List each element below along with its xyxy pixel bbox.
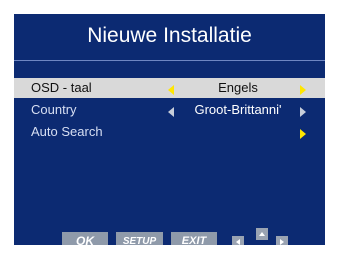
menu-item-label: Country (31, 102, 77, 117)
triangle-left-icon[interactable] (165, 82, 177, 95)
nav-right-button[interactable] (276, 236, 288, 245)
triangle-right-icon (280, 239, 284, 245)
triangle-right-icon[interactable] (297, 82, 309, 95)
triangle-up-icon (259, 232, 265, 236)
triangle-left-icon[interactable] (165, 104, 177, 117)
menu-item-value: Groot-Brittanni' (194, 102, 282, 117)
menu-item-auto-search[interactable]: Auto Search (14, 122, 325, 142)
screen-title: Nieuwe Installatie (87, 24, 252, 47)
ok-button[interactable]: OK (62, 232, 108, 245)
nav-up-button[interactable] (256, 228, 268, 240)
exit-button[interactable]: EXIT (171, 232, 217, 245)
triangle-left-icon (236, 239, 240, 245)
menu-item-country[interactable]: Country Groot-Brittanni' (14, 100, 325, 120)
triangle-right-icon[interactable] (297, 126, 309, 139)
menu-item-value: Engels (218, 80, 258, 95)
triangle-right-icon[interactable] (297, 104, 309, 117)
title-divider (14, 60, 325, 61)
nav-left-button[interactable] (232, 236, 244, 245)
installation-screen: Nieuwe Installatie OSD - taal Engels Cou… (14, 14, 325, 245)
menu-item-osd-language[interactable]: OSD - taal Engels (14, 78, 325, 98)
menu-item-label: OSD - taal (31, 80, 92, 95)
menu-item-label: Auto Search (31, 124, 103, 139)
setup-button[interactable]: SETUP (116, 232, 163, 245)
